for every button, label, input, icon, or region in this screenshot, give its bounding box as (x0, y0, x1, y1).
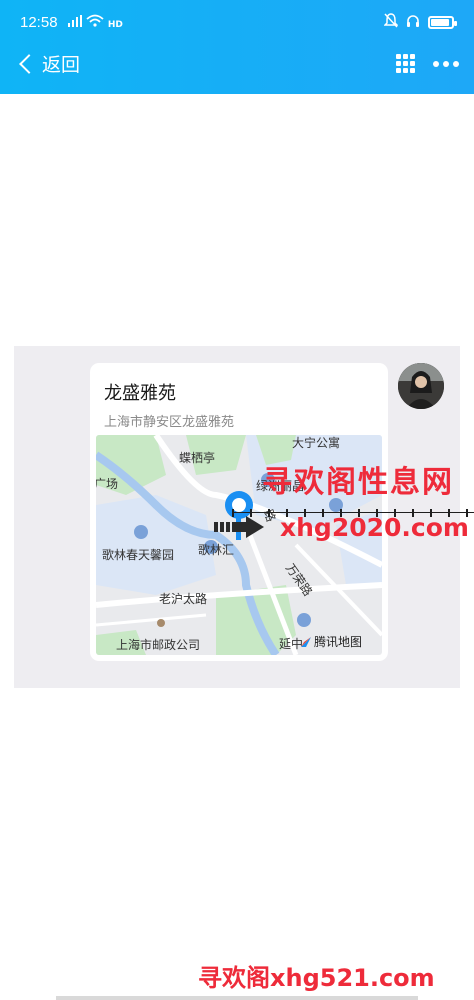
map-attribution-label: 腾讯地图 (314, 635, 363, 649)
chevron-left-icon (19, 53, 39, 74)
watermark-url: xhg2020.com (280, 513, 469, 542)
mute-icon (383, 13, 399, 32)
avatar[interactable] (398, 363, 444, 409)
headset-icon (406, 13, 420, 32)
map-label-2: 蝶栖亭 (179, 451, 216, 465)
nav-bar: 返回 (0, 44, 474, 86)
bottom-divider (56, 996, 418, 1000)
more-options-icon[interactable] (433, 61, 459, 67)
map-label-1: 大宁公寓 (292, 436, 341, 450)
battery-icon (428, 16, 457, 29)
arrow-right-icon (214, 516, 264, 538)
watermark-cn: 寻欢阁性息网 (262, 465, 454, 500)
back-label: 返回 (42, 54, 81, 76)
map-attribution: 腾讯地图 (300, 633, 362, 650)
map-label-9: 上海市邮政公司 (116, 638, 201, 652)
wifi-icon: HD (86, 14, 123, 30)
map-label-5: 歌林春天馨园 (102, 548, 175, 562)
status-time: 12:58 (20, 14, 58, 31)
tencent-map-logo-icon (301, 636, 311, 647)
map-label-8: 老沪太路 (159, 592, 208, 606)
apps-grid-icon[interactable] (396, 54, 415, 73)
wifi-hd-label: HD (107, 20, 123, 30)
app-header: 12:58 HD 返回 (0, 0, 474, 94)
map-label-6: 歌林汇 (198, 543, 235, 557)
watermark-bottom: 寻欢阁xhg521.com (198, 964, 435, 992)
map-label-3: 广场 (96, 477, 119, 491)
status-bar: 12:58 HD (0, 0, 474, 40)
back-button[interactable]: 返回 (16, 50, 80, 77)
location-address: 上海市静安区龙盛雅苑 (104, 415, 235, 430)
location-title: 龙盛雅苑 (104, 383, 176, 404)
signal-icon (68, 15, 82, 30)
